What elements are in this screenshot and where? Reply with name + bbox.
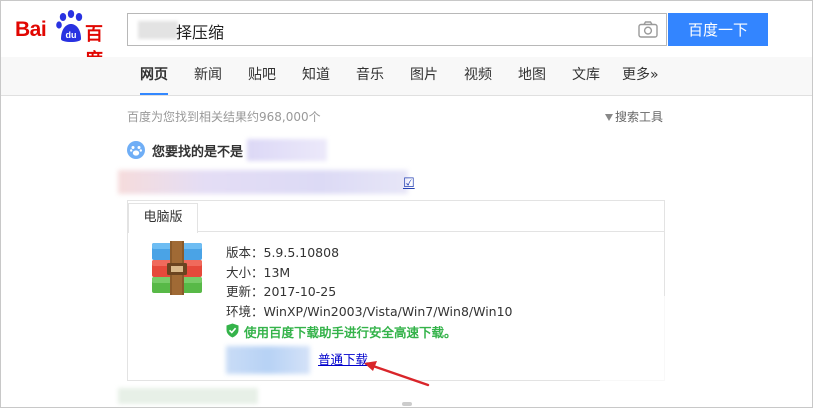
suggestion-link-redacted[interactable] [247,139,327,161]
result-count: 百度为您找到相关结果约968,000个 [127,110,321,124]
header: Bai du 百度 择压缩 百度一下 [1,1,812,71]
filter-icon [605,114,613,121]
query-redacted [138,21,178,39]
scroll-indicator [402,402,412,406]
tab-pc-version[interactable]: 电脑版 [128,203,198,233]
winrar-app-icon [152,241,202,295]
tab-web[interactable]: 网页 [140,57,168,95]
software-info: 版本：5.9.5.10808 大小：13M 更新：2017-10-25 环境：W… [226,243,513,321]
size-info: 大小：13M [226,264,291,280]
search-button[interactable]: 百度一下 [668,13,768,46]
safe-download-text: 使用百度下载助手进行安全高速下载。 [244,325,457,340]
search-tools-button[interactable]: 搜索工具 [605,108,663,125]
tab-music[interactable]: 音乐 [356,57,384,95]
logo-bai-text: Bai [15,18,47,41]
version-info: 版本：5.9.5.10808 [226,245,340,260]
nav-bar: 网页 新闻 贴吧 知道 音乐 图片 视频 地图 文库 更多» [1,57,812,96]
baidu-logo[interactable]: Bai du 百度 [15,9,119,71]
query-text: 择压缩 [176,23,225,42]
paw-icon [127,141,145,159]
camera-icon[interactable] [638,21,658,38]
tab-video[interactable]: 视频 [464,57,492,95]
tab-zhidao[interactable]: 知道 [302,57,330,95]
annotation-arrow-icon [364,361,430,387]
tab-news[interactable]: 新闻 [194,57,222,95]
tab-more[interactable]: 更多» [622,57,659,95]
software-card: 电脑版 版本：5.9.5.10808 大小：13M 更新：2017-10-25 … [127,200,665,381]
tab-wenku[interactable]: 文库 [572,57,600,95]
search-tools-label: 搜索工具 [615,110,664,124]
right-faded-region [600,296,812,406]
result-title-redacted[interactable] [118,170,408,194]
shield-icon [226,323,239,338]
result-title-tail[interactable]: ☑ [403,176,415,191]
did-you-mean-label: 您要找的是不是 [152,145,244,160]
env-info: 环境：WinXP/Win2003/Vista/Win7/Win8/Win10 [226,303,513,319]
updated-info: 更新：2017-10-25 [226,284,337,299]
card-tab-divider [128,231,664,232]
logo-du-text: du [66,30,77,40]
search-input[interactable]: 择压缩 [127,13,667,46]
tab-map[interactable]: 地图 [518,57,546,95]
tab-images[interactable]: 图片 [410,57,438,95]
tab-tieba[interactable]: 贴吧 [248,57,276,95]
bottom-content-redacted [118,388,258,404]
high-speed-download-button-redacted[interactable] [226,346,310,374]
